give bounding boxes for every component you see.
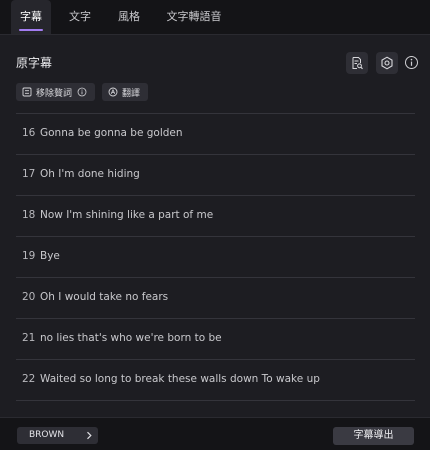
tab-style[interactable]: 風格 [110, 0, 148, 34]
document-search-icon [352, 57, 363, 70]
subtitle-style-label: BROWN [29, 430, 65, 440]
tab-text[interactable]: 文字 [62, 0, 98, 34]
subtitle-text[interactable]: Oh I would take no fears [40, 291, 168, 303]
subtitle-index: 16 [22, 127, 36, 139]
chevron-right-icon [87, 431, 92, 440]
translate-button[interactable]: 翻譯 [102, 83, 148, 101]
subtitle-text[interactable]: Oh I'm done hiding [40, 168, 140, 180]
subtitle-index: 19 [22, 250, 36, 262]
subtitle-text[interactable]: Gonna be gonna be golden [40, 127, 183, 139]
translate-icon [108, 87, 118, 97]
filter-text-icon [22, 87, 32, 97]
footer-bar: BROWN 字幕導出 [0, 417, 430, 450]
subtitle-text[interactable]: no lies that's who we're born to be [40, 332, 222, 344]
subtitle-index: 17 [22, 168, 36, 180]
subtitle-panel: 字幕 文字 風格 文字轉語音 原字幕 移除贅詞 翻譯 16 Gonna be g… [0, 0, 430, 450]
subtitle-index: 22 [22, 373, 36, 385]
subtitle-text[interactable]: Waited so long to break these walls down… [40, 373, 320, 385]
subtitle-settings-button[interactable] [376, 52, 398, 74]
remove-filler-words-label: 移除贅詞 [36, 88, 73, 99]
subtitle-index: 21 [22, 332, 36, 344]
subtitle-row[interactable]: 18 Now I'm shining like a part of me [16, 195, 415, 236]
remove-filler-words-button[interactable]: 移除贅詞 [16, 83, 95, 101]
subtitle-row[interactable]: 22 Waited so long to break these walls d… [16, 359, 415, 400]
subtitle-index: 18 [22, 209, 36, 221]
subtitle-style-selector[interactable]: BROWN [17, 427, 98, 444]
settings-icon [381, 56, 393, 70]
subtitle-text[interactable]: Bye [40, 250, 60, 262]
subtitle-text[interactable]: Now I'm shining like a part of me [40, 209, 213, 221]
subtitle-row[interactable] [16, 400, 415, 417]
tab-subtitles[interactable]: 字幕 [11, 0, 51, 34]
translate-label: 翻譯 [122, 88, 141, 99]
subtitle-row[interactable]: 16 Gonna be gonna be golden [16, 113, 415, 154]
info-icon[interactable] [404, 55, 419, 70]
subtitle-row[interactable]: 17 Oh I'm done hiding [16, 154, 415, 195]
info-icon[interactable] [77, 87, 87, 97]
export-subtitles-button[interactable]: 字幕導出 [333, 427, 414, 445]
subtitle-index: 20 [22, 291, 36, 303]
subtitle-search-button[interactable] [346, 52, 368, 74]
subtitle-list: 16 Gonna be gonna be golden 17 Oh I'm do… [16, 113, 415, 417]
subtitle-row[interactable]: 21 no lies that's who we're born to be [16, 318, 415, 359]
subtitle-row[interactable]: 20 Oh I would take no fears [16, 277, 415, 318]
subtitle-row[interactable]: 19 Bye [16, 236, 415, 277]
tab-bar: 字幕 文字 風格 文字轉語音 [0, 0, 430, 35]
section-title: 原字幕 [16, 56, 53, 70]
tab-text-to-speech[interactable]: 文字轉語音 [160, 0, 228, 34]
